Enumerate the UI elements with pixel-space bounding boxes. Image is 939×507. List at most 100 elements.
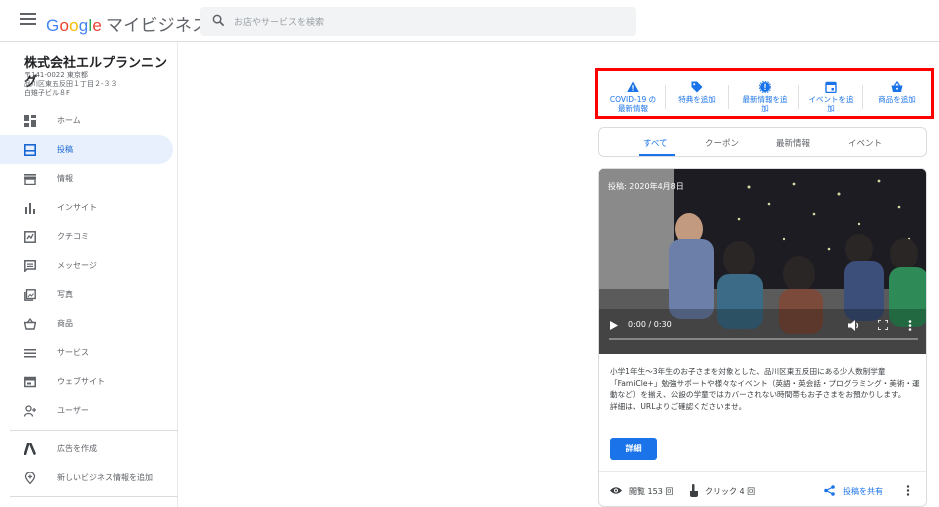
add-user-icon [24, 405, 36, 417]
share-post-button[interactable]: 投稿を共有 [843, 486, 883, 497]
update-badge-icon [759, 81, 771, 93]
logo-letter: e [92, 16, 103, 35]
search-input[interactable]: お店やサービスを検索 [234, 15, 324, 28]
sidebar-item-home[interactable]: ホーム [0, 106, 173, 135]
basket-icon [891, 81, 903, 92]
logo-letter: o [69, 16, 79, 35]
menu-icon[interactable] [20, 13, 36, 27]
tab-coupons[interactable]: クーポン [705, 137, 739, 149]
post-footer: 閲覧 153 回 クリック 4 回 投稿を共有 [599, 471, 926, 506]
sidebar-item-messages[interactable]: メッセージ [0, 251, 173, 280]
add-update-label: 最新情報を追 加 [742, 95, 788, 113]
touch-icon [690, 484, 698, 497]
sidebar-divider [10, 496, 178, 497]
sidebar-item-label: 写真 [57, 290, 73, 299]
sidebar-item-add-business[interactable]: 新しいビジネス情報を追加 [0, 463, 173, 492]
bar-chart-icon [25, 203, 35, 214]
sidebar-item-label: 情報 [57, 174, 73, 183]
sidebar-divider [10, 430, 178, 431]
sidebar-item-website[interactable]: ウェブサイト [0, 367, 173, 396]
play-icon[interactable] [610, 321, 618, 330]
sidebar-item-label: インサイト [57, 203, 97, 212]
storefront-icon [24, 174, 36, 185]
sidebar-item-label: 商品 [57, 319, 73, 328]
search-icon [212, 14, 225, 27]
tag-icon [691, 81, 703, 93]
detail-button[interactable]: 詳細 [610, 438, 657, 460]
active-tab-indicator [639, 154, 675, 156]
business-address: 〒141-0022 東京都 品川区東五反田１丁目２-３３ 白雉子ビル８F [24, 71, 118, 97]
sidebar-item-info[interactable]: 情報 [0, 164, 173, 193]
covid-update-label: COVID-19 の 最新情報 [609, 95, 657, 113]
add-offer-label: 特典を追加 [678, 95, 716, 104]
eye-icon [610, 487, 622, 494]
logo-letter: g [78, 16, 89, 35]
add-event-button[interactable]: イベントを追 加 [801, 81, 861, 113]
post-icon [24, 144, 36, 156]
post-filter-tabs: すべて クーポン 最新情報 イベント [598, 127, 927, 157]
sidebar-item-label: ユーザー [57, 406, 89, 415]
review-icon [24, 231, 36, 243]
logo-product-name: マイビジネス [106, 16, 210, 35]
tab-events[interactable]: イベント [848, 137, 882, 149]
tab-all[interactable]: すべて [643, 137, 668, 149]
add-product-label: 商品を追加 [878, 95, 916, 104]
post-date: 投稿: 2020年4月8日 [608, 182, 684, 191]
action-separator [728, 85, 729, 109]
sidebar-nav: ホーム 投稿 情報 インサイト クチコミ メッセージ 写真 商品 サービス ウェ… [0, 106, 178, 425]
search-bar[interactable]: お店やサービスを検索 [200, 7, 636, 36]
more-vert-icon[interactable] [908, 320, 912, 331]
top-app-bar: Google マイビジネス お店やサービスを検索 [0, 0, 939, 42]
google-my-business-logo[interactable]: Google マイビジネス [46, 11, 209, 36]
post-card: 投稿: 2020年4月8日 0:00 / 0:30 小学1年生〜3年生のお子さま… [598, 168, 927, 507]
add-location-icon [24, 472, 36, 484]
basket-icon [24, 318, 36, 330]
sidebar-item-products[interactable]: 商品 [0, 309, 173, 338]
action-separator [798, 85, 799, 109]
dashboard-icon [24, 115, 36, 127]
sidebar-item-label: クチコミ [57, 232, 89, 241]
photo-icon [24, 289, 36, 301]
logo-letter: o [59, 16, 70, 35]
add-update-button[interactable]: 最新情報を追 加 [732, 81, 798, 113]
tab-updates[interactable]: 最新情報 [776, 137, 810, 149]
clicks-count: クリック 4 回 [705, 487, 756, 496]
logo-letter: G [46, 16, 60, 35]
sidebar-item-create-ad[interactable]: 広告を作成 [0, 434, 173, 463]
sidebar-item-label: ウェブサイト [57, 377, 105, 386]
warning-icon [627, 81, 639, 92]
google-ads-icon [24, 443, 36, 455]
message-icon [24, 260, 36, 272]
sidebar-item-posts[interactable]: 投稿 [0, 135, 173, 164]
volume-icon[interactable] [848, 320, 860, 331]
action-separator [862, 85, 863, 109]
sidebar-item-reviews[interactable]: クチコミ [0, 222, 173, 251]
website-icon [24, 376, 36, 388]
covid-update-button[interactable]: COVID-19 の 最新情報 [604, 81, 662, 113]
list-icon [24, 349, 36, 358]
post-video[interactable]: 投稿: 2020年4月8日 0:00 / 0:30 [599, 169, 926, 354]
sidebar-item-services[interactable]: サービス [0, 338, 173, 367]
sidebar-item-label: 広告を作成 [57, 444, 97, 453]
share-icon[interactable] [824, 485, 835, 496]
sidebar-item-label: 新しいビジネス情報を追加 [57, 473, 153, 482]
views-count: 閲覧 153 回 [629, 487, 674, 496]
create-post-actions: COVID-19 の 最新情報 特典を追加 最新情報を追 加 イベントを追 加 … [595, 68, 934, 119]
action-separator [665, 85, 666, 109]
sidebar-item-label: サービス [57, 348, 89, 357]
fullscreen-icon[interactable] [878, 320, 888, 330]
video-time: 0:00 / 0:30 [628, 320, 672, 329]
add-offer-button[interactable]: 特典を追加 [670, 81, 724, 104]
sidebar-item-users[interactable]: ユーザー [0, 396, 173, 425]
add-product-button[interactable]: 商品を追加 [866, 81, 928, 104]
calendar-icon [825, 81, 837, 93]
add-event-label: イベントを追 加 [808, 95, 854, 113]
sidebar-item-label: ホーム [57, 116, 81, 125]
more-vert-icon[interactable] [906, 485, 910, 496]
sidebar: 株式会社エルプランニング 〒141-0022 東京都 品川区東五反田１丁目２-３… [0, 42, 178, 507]
video-progress-bar[interactable] [609, 338, 918, 340]
sidebar-item-label: 投稿 [57, 145, 73, 154]
sidebar-item-label: メッセージ [57, 261, 97, 270]
sidebar-item-photos[interactable]: 写真 [0, 280, 173, 309]
sidebar-item-insights[interactable]: インサイト [0, 193, 173, 222]
